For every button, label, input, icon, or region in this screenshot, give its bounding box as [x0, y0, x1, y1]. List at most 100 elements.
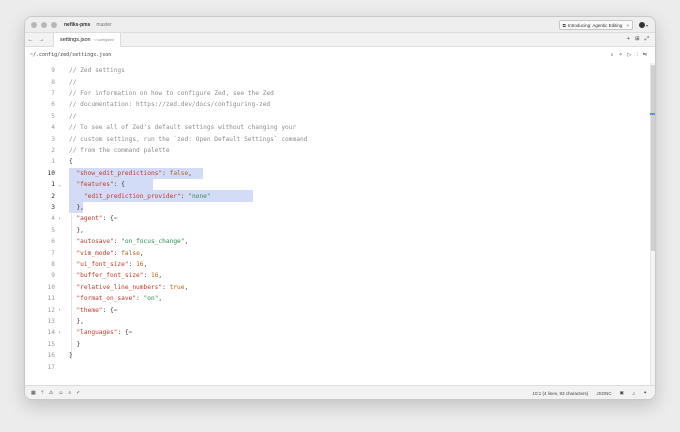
code-token: "none" — [188, 192, 211, 200]
code-token: }, — [69, 226, 84, 234]
announcement-banner[interactable]: ⧉ Introducing: Agentic Editing × — [558, 20, 633, 30]
line-number: 3 — [51, 135, 55, 143]
scrollbar-thumb[interactable] — [651, 65, 655, 251]
close-window-button[interactable] — [31, 21, 37, 28]
project-name[interactable]: nefiks-pms — [64, 22, 90, 28]
code-line[interactable]: 15 } — [25, 339, 649, 350]
code-line[interactable]: 13 }, — [25, 316, 649, 327]
line-number: 1 — [51, 158, 55, 166]
line-number: 15 — [47, 340, 55, 348]
cursor-position[interactable]: 10:1 (4 lines, 93 characters) — [533, 391, 589, 396]
code-token: , — [143, 260, 148, 268]
zoom-window-button[interactable] — [51, 21, 57, 28]
code-line[interactable]: 11 "format_on_save": "on", — [25, 293, 649, 304]
outline-icon[interactable]: ⫶ — [637, 52, 638, 58]
project-panel-icon[interactable]: ▦ — [31, 390, 36, 396]
announcement-close-button[interactable]: × — [626, 23, 629, 28]
search-icon[interactable]: ⌕ — [68, 390, 71, 396]
code-token: "show_edit_predictions" — [76, 169, 163, 177]
search-icon[interactable]: ⌕ — [611, 52, 614, 58]
back-button[interactable]: ← — [25, 37, 36, 43]
line-number: 4 — [51, 215, 55, 223]
code-text: }, — [69, 204, 83, 211]
code-line[interactable]: 14 › "languages": {⋯ — [25, 327, 649, 338]
line-number: 4 — [51, 124, 55, 132]
code-line[interactable]: 3 }, — [25, 201, 649, 214]
code-line[interactable]: 1{ — [25, 156, 649, 167]
maximize-pane-button[interactable]: ⤢ — [645, 36, 649, 43]
line-number: 7 — [51, 89, 55, 97]
code-token: } — [69, 340, 81, 348]
code-token: : — [162, 169, 170, 177]
code-line[interactable]: 1 ⌄ "features": { — [25, 179, 649, 191]
code-line[interactable]: 9 // Zed settings — [25, 65, 649, 76]
code-text: // To see all of Zed's default settings … — [69, 124, 296, 131]
tab-path: ~/.config/zed — [93, 37, 114, 42]
code-line[interactable]: 10 "relative_line_numbers": true, — [25, 282, 649, 293]
chevron-right-icon[interactable]: › — [58, 216, 61, 222]
diagnostics-icon[interactable]: ⚠ — [49, 390, 53, 396]
chevron-down-icon[interactable]: ⌄ — [58, 182, 61, 188]
code-token: : { — [102, 306, 114, 314]
line-number: 1 — [51, 181, 55, 189]
code-line[interactable]: 3 // custom settings, run the `zed: Open … — [25, 133, 649, 144]
split-pane-button[interactable]: ⊞ — [635, 36, 640, 43]
code-token: // — [69, 112, 77, 120]
code-line[interactable]: 5 // — [25, 111, 649, 122]
code-line[interactable]: 7 // For information on how to configure … — [25, 88, 649, 99]
chevron-right-icon[interactable]: › — [58, 330, 61, 336]
code-line[interactable]: 12 › "theme": {⋯ — [25, 304, 649, 315]
new-tab-button[interactable]: + — [627, 36, 630, 43]
code-line[interactable]: 4 › "agent": {⋯ — [25, 213, 649, 224]
chevron-right-icon[interactable]: › — [58, 307, 61, 313]
code-line[interactable]: 9 "buffer_font_size": 16, — [25, 270, 649, 281]
code-text: "relative_line_numbers": true, — [69, 284, 188, 291]
line-number: 12 — [47, 306, 55, 314]
code-line[interactable]: 8 // — [25, 76, 649, 87]
assistant-icon[interactable]: ✦ — [643, 390, 647, 396]
branch-name[interactable]: master — [96, 22, 111, 28]
code-line[interactable]: 2 // from the command palette — [25, 145, 649, 156]
line-number: 8 — [51, 260, 55, 268]
code-token: : — [180, 192, 189, 200]
code-editor[interactable]: 9 // Zed settings 8 // 7 // For information o… — [25, 63, 655, 387]
code-line[interactable]: 8 "ui_font_size": 16, — [25, 259, 649, 270]
code-line[interactable]: 5 }, — [25, 225, 649, 236]
run-icon[interactable]: ▷ — [628, 52, 632, 58]
code-line[interactable]: 6 "autosave": "on_focus_change", — [25, 236, 649, 247]
breadcrumb[interactable]: ~/.config/zed/settings.json — [30, 52, 111, 58]
user-menu[interactable]: ▾ — [639, 20, 649, 30]
code-text: }, — [69, 318, 83, 325]
settings-sliders-icon[interactable]: ⇋ — [643, 52, 647, 58]
code-line[interactable]: 7 "vim_mode": false, — [25, 247, 649, 258]
code-text: // custom settings, run the `zed: Open D… — [69, 136, 307, 143]
code-line[interactable]: 10 "show_edit_predictions": false, — [25, 167, 649, 179]
code-token: "agent" — [76, 215, 103, 223]
collab-icon[interactable]: ☺ — [58, 390, 63, 396]
bell-icon[interactable]: ♫ — [632, 391, 635, 396]
forward-button[interactable]: → — [36, 37, 47, 43]
title-bar: nefiks-pms master ⧉ Introducing: Agentic… — [25, 17, 655, 33]
breadcrumb-bar: ~/.config/zed/settings.json ⌕ ✧ ▷ ⫶ ⇋ — [25, 47, 655, 63]
code-line[interactable]: 2 "edit_prediction_provider": "none" — [25, 190, 649, 202]
language-selector[interactable]: JSONC — [596, 391, 611, 396]
window-controls — [31, 21, 57, 28]
terminal-icon[interactable]: ▣ — [620, 390, 624, 396]
code-line[interactable]: 4 // To see all of Zed's default settings… — [25, 122, 649, 133]
ai-assist-icon[interactable]: ✧ — [618, 52, 622, 58]
code-text: { — [69, 158, 73, 165]
code-line[interactable]: 17 — [25, 361, 649, 372]
git-icon[interactable]: ᛘ — [41, 390, 44, 396]
code-text: } — [69, 341, 80, 348]
code-line[interactable]: 6 // documentation: https://zed.dev/docs/… — [25, 99, 649, 110]
code-token: , — [158, 295, 163, 303]
code-token: "languages" — [76, 329, 118, 337]
code-line[interactable]: 16} — [25, 350, 649, 361]
line-number: 7 — [51, 249, 55, 257]
tab-settings-json[interactable]: settings.json ~/.config/zed — [53, 32, 121, 47]
announcement-text: Introducing: Agentic Editing — [567, 22, 623, 28]
minimize-window-button[interactable] — [41, 21, 47, 28]
check-icon[interactable]: ✓ — [76, 390, 80, 396]
